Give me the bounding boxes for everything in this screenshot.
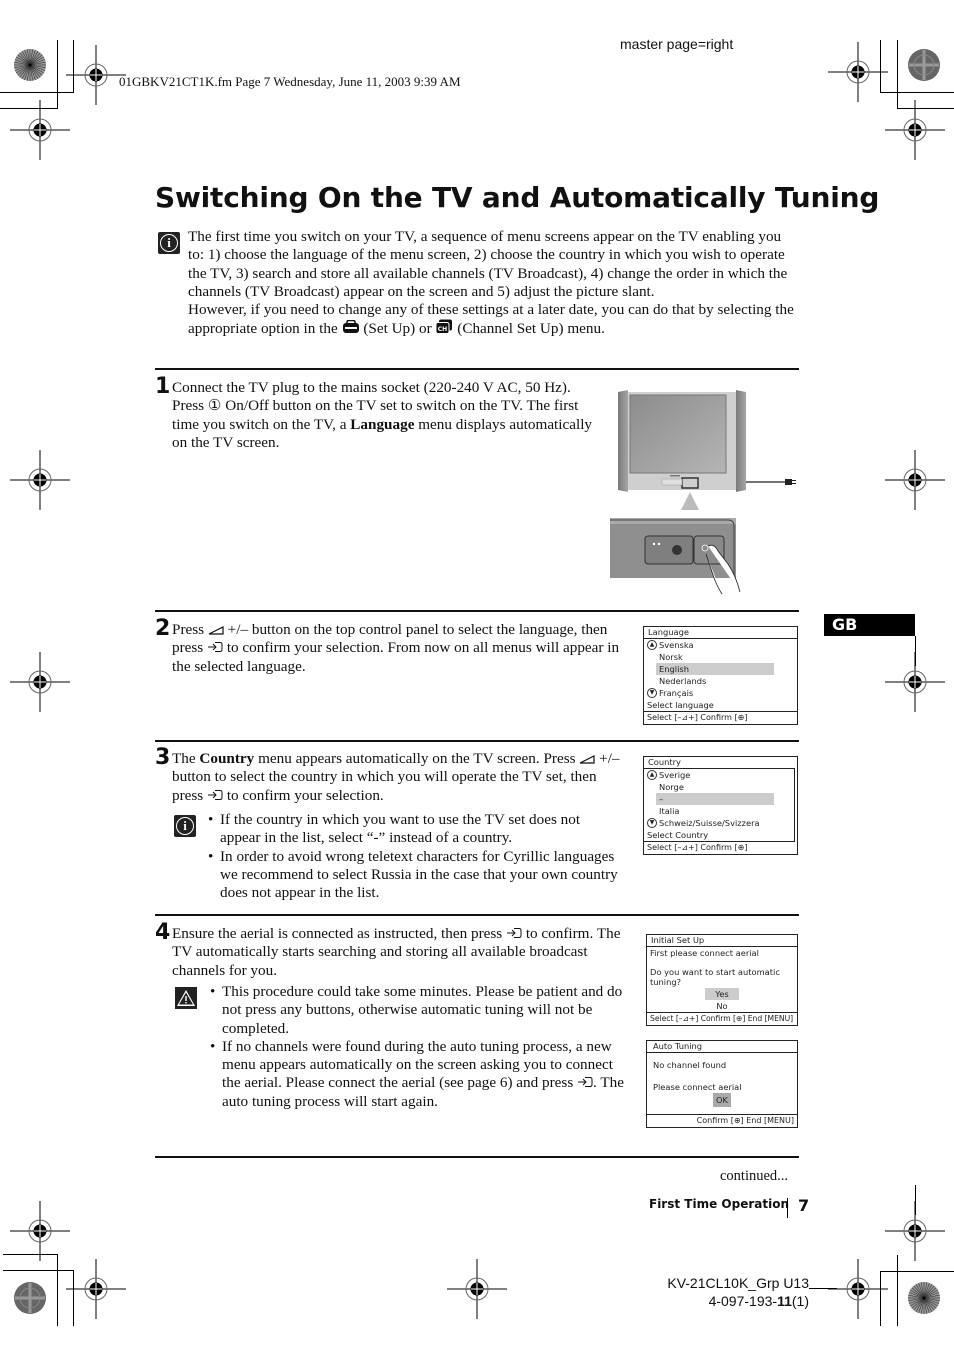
section-divider [155, 914, 799, 916]
volume-ramp-icon [580, 755, 595, 764]
menu-item[interactable]: Norsk [644, 651, 797, 663]
menu-item[interactable]: Nederlands [644, 675, 797, 687]
menu-prompt: Select language [647, 700, 714, 710]
yes-option[interactable]: Yes [705, 988, 739, 1000]
section-divider [155, 368, 799, 370]
menu-title: Initial Set Up [647, 935, 797, 947]
enter-icon [208, 642, 223, 653]
intro-paragraph-2: However, if you need to change any of th… [188, 301, 794, 338]
note-item: In order to avoid wrong teletext charact… [208, 848, 624, 903]
info-icon: i [158, 232, 180, 254]
step-4-text: Ensure the aerial is connected as instru… [172, 925, 621, 979]
warning-icon [175, 987, 197, 1009]
scroll-down-icon[interactable]: ▼ [647, 818, 657, 828]
setup-toolbox-icon [342, 320, 359, 334]
page-title: Switching On the TV and Automatically Tu… [155, 181, 880, 214]
continued-label: continued... [720, 1168, 789, 1184]
menu-item[interactable]: ▼ Schweiz/Suisse/Svizzera [644, 817, 794, 829]
menu-item-selected[interactable]: English [656, 663, 774, 675]
step-number: 3 [155, 745, 171, 770]
step-number: 4 [155, 920, 171, 945]
note-item: This procedure could take some minutes. … [210, 983, 626, 1038]
initial-setup-menu: Initial Set Up First please connect aeri… [646, 934, 798, 1026]
info-icon: i [174, 815, 196, 837]
step-3-notes: If the country in which you want to use … [208, 811, 624, 902]
menu-line: Do you want to start automatic [650, 967, 780, 977]
no-option[interactable]: No [647, 1000, 797, 1012]
menu-prompt: Select Country [647, 830, 709, 840]
page-number: 7 [798, 1196, 810, 1215]
scroll-up-icon[interactable]: ▲ [647, 640, 657, 650]
ornament-top-left-icon [14, 49, 46, 81]
menu-item[interactable]: Italia [644, 805, 794, 817]
model-info: KV-21CL10K_Grp U13 4-097-193-11(1) [652, 1274, 809, 1310]
master-page-label: master page=right [620, 36, 734, 52]
menu-title: Auto Tuning [647, 1041, 797, 1053]
ok-button[interactable]: OK [713, 1093, 731, 1107]
note-item: If the country in which you want to use … [208, 811, 624, 848]
menu-footer: Confirm [⊕] End [MENU] [647, 1114, 797, 1127]
menu-item[interactable]: ▲ Sverige [644, 769, 794, 781]
part-number: 4-097-193-11(1) [708, 1293, 809, 1309]
ornament-bottom-right-icon [908, 1282, 940, 1314]
step-1-text: Connect the TV plug to the mains socket … [172, 379, 593, 451]
menu-line: First please connect aerial [650, 948, 759, 958]
menu-item[interactable]: ▲ Svenska [644, 639, 797, 651]
ornament-top-right-icon [908, 49, 940, 81]
scroll-up-icon[interactable]: ▲ [647, 770, 657, 780]
menu-item[interactable]: ▼ Français [644, 687, 797, 699]
step-2-text: Press +/– button on the top control pane… [172, 621, 620, 675]
footer-divider [787, 1198, 788, 1218]
menu-item-selected[interactable]: – [656, 793, 774, 805]
section-divider [155, 740, 799, 742]
note-item: If no channels were found during the aut… [210, 1038, 626, 1111]
volume-ramp-icon [208, 626, 224, 635]
intro-text: The first time you switch on your TV, a … [188, 228, 800, 339]
country-menu: Country ▲ Sverige Norge – Italia ▼ Schweiz… [643, 756, 798, 855]
menu-title: Language [644, 627, 797, 639]
footer-section-name: First Time Operation [649, 1197, 789, 1211]
country-list: ▲ Sverige Norge – Italia ▼ Schweiz/Suisse/… [644, 768, 795, 842]
step-number: 1 [155, 374, 171, 399]
menu-footer: Select [–⊿+] Confirm [⊕] End [MENU] [647, 1012, 797, 1025]
menu-footer: Select [–⊿+] Confirm [⊕] [647, 843, 748, 852]
menu-item[interactable]: Norge [644, 781, 794, 793]
step-3-text: The Country menu appears automatically o… [172, 750, 620, 804]
section-divider [155, 610, 799, 612]
language-menu: Language ▲ Svenska Norsk English Nederlan… [643, 626, 798, 725]
enter-icon [507, 928, 522, 938]
auto-tuning-menu: Auto Tuning No channel found Please conn… [646, 1040, 798, 1128]
enter-icon [208, 789, 223, 800]
language-tab: GB [824, 614, 915, 636]
model-underline [809, 1288, 837, 1289]
enter-icon [578, 1077, 593, 1088]
menu-footer: Select [–⊿+] Confirm [⊕] [644, 711, 797, 724]
step-4-notes: This procedure could take some minutes. … [210, 983, 626, 1111]
ornament-bottom-left-icon [14, 1282, 46, 1314]
step-number: 2 [155, 616, 171, 641]
scroll-down-icon[interactable]: ▼ [647, 688, 657, 698]
menu-line: No channel found [653, 1060, 727, 1070]
file-info-header: 01GBKV21CT1K.fm Page 7 Wednesday, June 1… [119, 74, 461, 89]
svg-text:CH: CH [438, 326, 447, 333]
menu-line: Please connect aerial [653, 1082, 742, 1092]
menu-line: tuning? [650, 977, 682, 987]
power-icon: ① [207, 397, 222, 415]
intro-paragraph-1: The first time you switch on your TV, a … [188, 228, 788, 300]
channel-setup-icon: CH [435, 319, 453, 335]
section-divider [155, 1156, 799, 1158]
model-number: KV-21CL10K_Grp U13 [667, 1275, 809, 1291]
menu-title: Country [648, 757, 681, 767]
tv-illustration [610, 390, 796, 595]
